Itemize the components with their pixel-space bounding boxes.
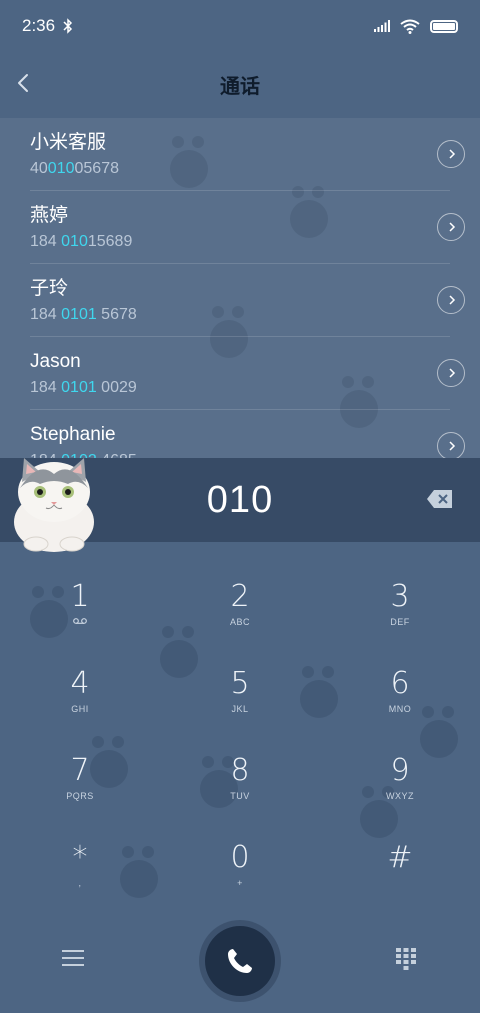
chevron-left-icon[interactable] — [12, 70, 38, 96]
signal-icon — [374, 20, 390, 32]
contact-detail-button[interactable] — [437, 432, 465, 458]
contact-number: 4001005678 — [30, 160, 119, 177]
key-8[interactable]: 8 TUV — [160, 744, 320, 831]
chevron-right-icon — [449, 441, 456, 451]
key-2[interactable]: 2 ABC — [160, 570, 320, 657]
dialpad-icon[interactable] — [396, 948, 416, 972]
key-digit: 2 — [230, 579, 250, 614]
key-5[interactable]: 5 JKL — [160, 657, 320, 744]
key-digit: 3 — [390, 579, 410, 614]
key-star[interactable]: * , — [0, 831, 160, 918]
phone-icon — [228, 949, 252, 973]
contact-number: 184 0101 5678 — [30, 306, 137, 323]
contact-name: 燕婷 — [30, 205, 69, 226]
key-4[interactable]: 4 GHI — [0, 657, 160, 744]
chevron-right-icon — [449, 149, 456, 159]
key-digit: 5 — [230, 666, 250, 701]
call-button[interactable] — [205, 926, 275, 996]
contact-item[interactable]: Jason 184 0101 0029 — [30, 337, 465, 410]
key-9[interactable]: 9 WXYZ — [320, 744, 480, 831]
key-letters: MNO — [388, 704, 412, 714]
contact-detail-button[interactable] — [437, 359, 465, 387]
key-digit: # — [387, 840, 413, 875]
contact-name: 子玲 — [30, 278, 69, 299]
contact-name: Jason — [30, 351, 81, 372]
backspace-icon[interactable] — [426, 488, 454, 510]
bottom-bar — [0, 922, 480, 1002]
key-letters: TUV — [230, 791, 250, 801]
menu-icon[interactable] — [62, 949, 84, 967]
key-digit: 1 — [70, 579, 90, 614]
key-6[interactable]: 6 MNO — [320, 657, 480, 744]
contact-detail-button[interactable] — [437, 140, 465, 168]
contact-number: 184 01015689 — [30, 233, 133, 250]
key-1[interactable]: 1 — [0, 570, 160, 657]
key-letters: WXYZ — [386, 791, 414, 801]
key-letters: GHI — [71, 704, 89, 714]
key-digit: 6 — [390, 666, 410, 701]
key-letters: DEF — [390, 617, 410, 627]
voicemail-icon — [73, 618, 87, 624]
chevron-right-icon — [449, 295, 456, 305]
contact-number: 184 0101 0029 — [30, 379, 137, 396]
contact-detail-button[interactable] — [437, 213, 465, 241]
chevron-right-icon — [449, 368, 456, 378]
contact-item[interactable]: 子玲 184 0101 5678 — [30, 264, 465, 337]
chevron-right-icon — [449, 222, 456, 232]
bluetooth-icon — [63, 18, 73, 34]
contact-suggestion-list: 小米客服 4001005678 燕婷 184 01015689 子玲 184 0… — [0, 118, 480, 458]
contact-name: 小米客服 — [30, 132, 107, 153]
dialed-number: 010 — [206, 478, 274, 521]
key-letters: , — [78, 878, 82, 888]
contact-item[interactable]: 燕婷 184 01015689 — [30, 191, 465, 264]
contact-item[interactable]: Stephanie 184 0102 4685 — [30, 410, 465, 458]
key-letters: + — [237, 878, 243, 888]
key-digit: 8 — [230, 753, 250, 788]
key-letters: PQRS — [66, 791, 94, 801]
key-7[interactable]: 7 PQRS — [0, 744, 160, 831]
header: 通话 — [0, 52, 480, 116]
key-letters: JKL — [231, 704, 249, 714]
key-3[interactable]: 3 DEF — [320, 570, 480, 657]
key-hash[interactable]: # — [320, 831, 480, 918]
key-digit: * — [72, 840, 88, 875]
key-digit: 0 — [230, 840, 250, 875]
status-time: 2:36 — [22, 16, 56, 35]
key-letters: ABC — [229, 617, 250, 627]
key-0[interactable]: 0 + — [160, 831, 320, 918]
contact-name: Stephanie — [30, 424, 116, 445]
battery-icon — [430, 19, 458, 33]
dial-keypad: 1 2 ABC 3 DEF 4 GHI 5 JKL 6 MNO 7 PQRS 8… — [0, 570, 480, 918]
cat-sticker-icon — [14, 458, 94, 552]
wifi-icon — [400, 19, 420, 34]
contact-item[interactable]: 小米客服 4001005678 — [30, 118, 465, 191]
status-bar: 2:36 — [0, 0, 480, 52]
page-title: 通话 — [220, 75, 260, 98]
key-digit: 4 — [70, 666, 90, 701]
contact-detail-button[interactable] — [437, 286, 465, 314]
key-digit: 7 — [70, 753, 90, 788]
key-digit: 9 — [390, 753, 410, 788]
